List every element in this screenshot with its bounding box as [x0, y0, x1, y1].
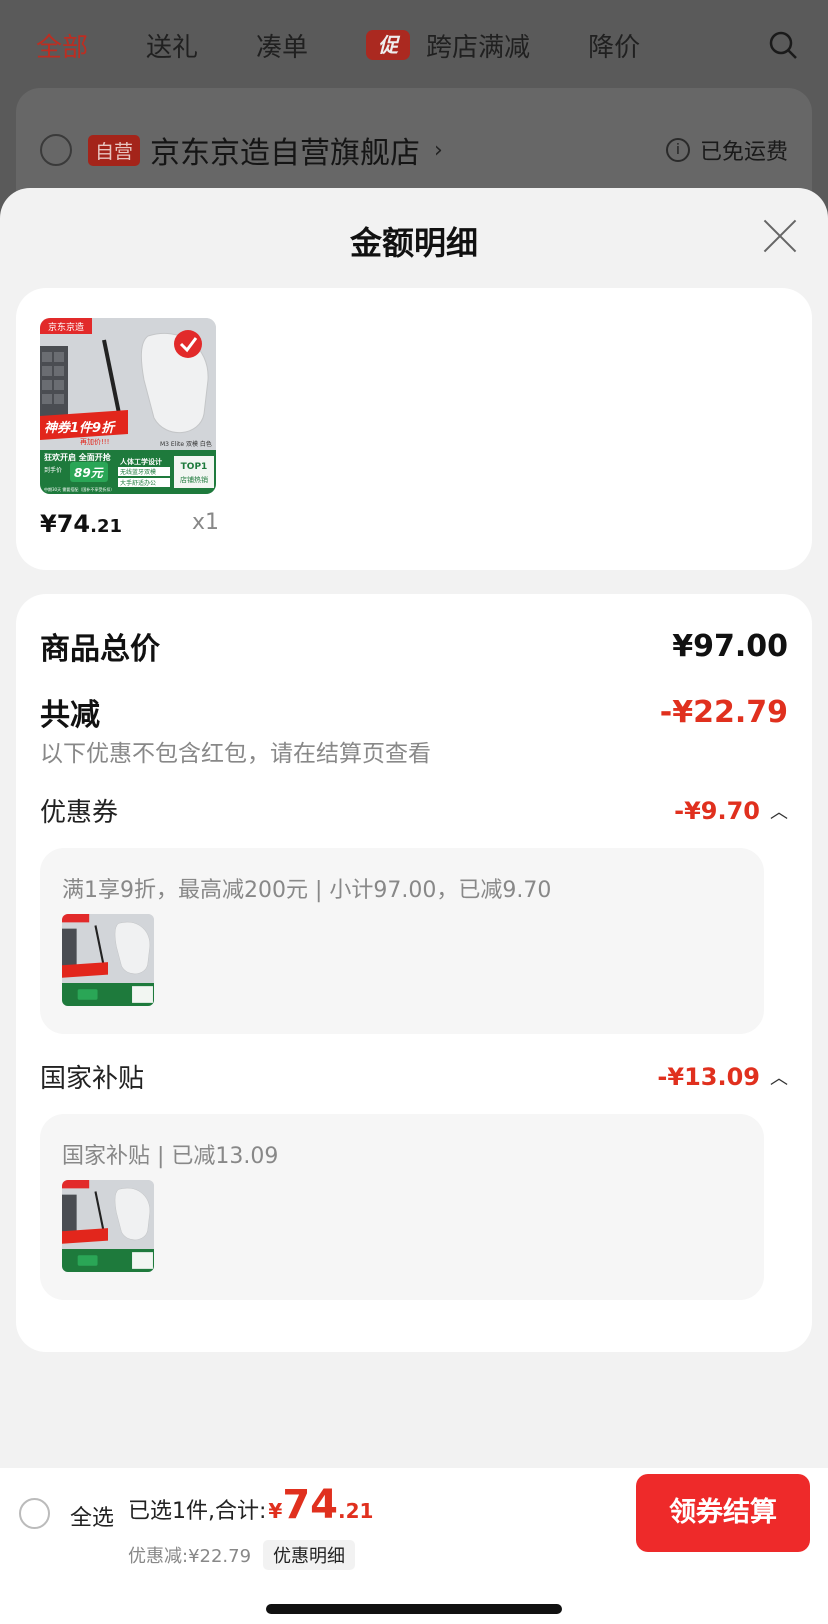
- amount-detail-sheet: 金额明细 京东京造 神券1件9折 再加价!!! M3 Elite 双模 白色 狂…: [0, 188, 828, 1468]
- coupon-detail-box: 满1享9折，最高减200元 | 小计97.00，已减9.70: [40, 848, 764, 1034]
- coupon-row[interactable]: 优惠券 -¥9.70 ︿: [40, 792, 788, 829]
- subsidy-row[interactable]: 国家补贴 -¥13.09 ︿: [40, 1058, 788, 1095]
- subsidy-amount: -¥13.09: [657, 1062, 760, 1091]
- coupon-label: 优惠券: [40, 798, 119, 828]
- product-price: ¥74.21: [40, 510, 122, 538]
- image-feature3: 大手舒适办公: [120, 479, 156, 487]
- reduced-value: -¥22.79: [659, 694, 788, 730]
- total-price-row: 商品总价 ¥97.00: [40, 624, 788, 668]
- total-summary: 已选1件,合计: ¥ 74 .21: [128, 1482, 373, 1528]
- sheet-title: 金额明细: [349, 224, 478, 262]
- self-operated-badge: 自营: [88, 134, 141, 166]
- chevron-up-icon[interactable]: ︿: [770, 1064, 788, 1090]
- image-top-sub: 店铺热销: [180, 475, 208, 484]
- store-name[interactable]: 京东京造自营旗舰店: [150, 128, 420, 172]
- image-model-text: M3 Elite 双模 白色: [160, 440, 212, 448]
- discount-detail-link[interactable]: 优惠明细: [263, 1540, 356, 1570]
- tab-gift[interactable]: 送礼: [146, 27, 198, 64]
- image-promo-sub: 再加价!!!: [80, 437, 109, 446]
- subsidy-product-thumb: [62, 1180, 154, 1272]
- checkout-button[interactable]: 领券结算: [636, 1474, 810, 1552]
- product-price-decimal: .21: [90, 516, 122, 537]
- category-tabs: 全部 送礼 凑单 促 跨店满减 降价: [0, 0, 828, 90]
- image-feature1: 人体工学设计: [120, 457, 162, 466]
- image-footnote: 中期30天 需要搭配（国补不享受折扣）: [44, 486, 114, 492]
- store-radio[interactable]: [40, 134, 72, 166]
- tab-price-drop[interactable]: 降价: [588, 27, 640, 64]
- discount-amount: 优惠减:¥22.79: [128, 1546, 252, 1567]
- product-card: 京东京造 神券1件9折 再加价!!! M3 Elite 双模 白色 狂欢开启 全…: [16, 288, 812, 570]
- image-brand-text: 京东京造: [48, 321, 84, 333]
- product-quantity: x1: [192, 510, 220, 535]
- image-feature2: 无线蓝牙双模: [120, 468, 156, 476]
- total-integer: 74: [282, 1482, 338, 1528]
- tab-all[interactable]: 全部: [36, 27, 88, 64]
- image-promo-text: 神券1件9折: [44, 420, 116, 436]
- summary-label: 已选1件,合计:: [128, 1499, 267, 1524]
- chevron-up-icon[interactable]: ︿: [770, 798, 788, 824]
- store-header: 自营 京东京造自营旗舰店 › i 已免运费: [40, 128, 788, 172]
- image-price: 89元: [74, 466, 105, 480]
- coupon-product-thumb: [62, 914, 154, 1006]
- tab-cross-store-label: 跨店满减: [426, 32, 531, 63]
- shipping-text: 已免运费: [699, 140, 788, 165]
- subsidy-value: -¥13.09 ︿: [657, 1063, 788, 1091]
- total-price-label: 商品总价: [40, 632, 160, 667]
- promo-badge: 促: [366, 30, 411, 60]
- search-icon[interactable]: [768, 30, 798, 60]
- tab-cross-store-discount[interactable]: 促 跨店满减: [366, 27, 530, 64]
- select-all-label[interactable]: 全选: [70, 1500, 114, 1532]
- coupon-value: -¥9.70 ︿: [674, 797, 788, 825]
- total-price-value: ¥97.00: [672, 628, 788, 664]
- image-line1: 狂欢开启 全面开抢: [44, 452, 112, 462]
- discount-summary: 优惠减:¥22.79 优惠明细: [128, 1540, 356, 1570]
- product-image[interactable]: 京东京造 神券1件9折 再加价!!! M3 Elite 双模 白色 狂欢开启 全…: [40, 318, 216, 494]
- subsidy-description: 国家补贴 | 已减13.09: [62, 1144, 279, 1169]
- image-line2: 到手价: [44, 466, 62, 474]
- total-currency: ¥: [268, 1499, 283, 1523]
- chevron-right-icon[interactable]: ›: [434, 138, 443, 163]
- close-icon[interactable]: [762, 218, 798, 254]
- product-price-int: ¥74: [40, 510, 91, 538]
- total-decimal: .21: [338, 1499, 374, 1523]
- price-breakdown-card: 商品总价 ¥97.00 共减 -¥22.79 以下优惠不包含红包，请在结算页查看…: [16, 594, 812, 1352]
- reduced-label: 共减: [40, 698, 100, 733]
- image-top-text: TOP1: [181, 462, 208, 472]
- tab-combine-order[interactable]: 凑单: [256, 27, 308, 64]
- discount-note: 以下优惠不包含红包，请在结算页查看: [40, 741, 431, 767]
- coupon-amount: -¥9.70: [674, 796, 760, 825]
- home-indicator: [266, 1604, 562, 1614]
- checkout-bar: 全选 已选1件,合计: ¥ 74 .21 优惠减:¥22.79 优惠明细 领券结…: [0, 1468, 828, 1624]
- shipping-info: i 已免运费: [665, 134, 788, 166]
- info-icon[interactable]: i: [665, 138, 690, 162]
- subsidy-detail-box: 国家补贴 | 已减13.09: [40, 1114, 764, 1300]
- coupon-description: 满1享9折，最高减200元 | 小计97.00，已减9.70: [62, 878, 552, 903]
- reduced-row: 共减 -¥22.79: [40, 690, 788, 734]
- select-all-radio[interactable]: [19, 1498, 50, 1529]
- subsidy-label: 国家补贴: [40, 1064, 145, 1094]
